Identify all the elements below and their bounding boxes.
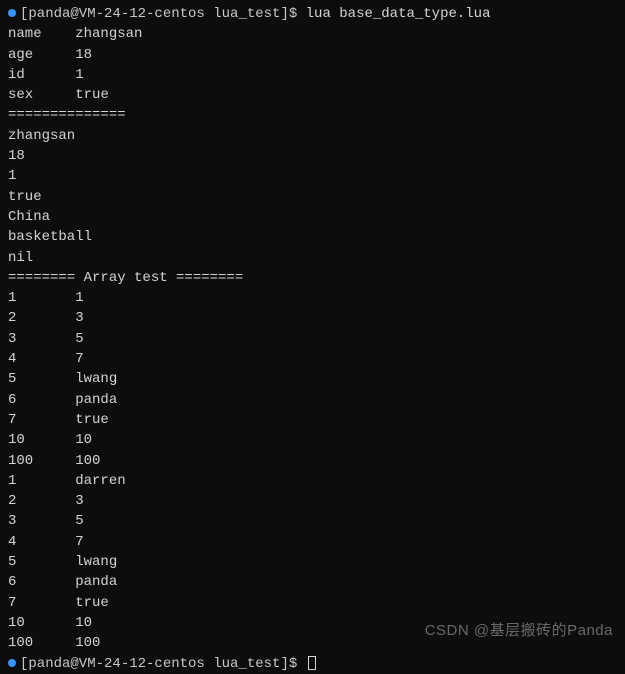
val: 100: [75, 453, 100, 469]
watermark-text: CSDN @基层搬砖的Panda: [425, 620, 613, 642]
value: 18: [75, 47, 92, 63]
idx: 10: [8, 615, 25, 631]
val: lwang: [75, 371, 117, 387]
val: 7: [75, 351, 83, 367]
key: age: [8, 47, 33, 63]
array-row: 7 true: [8, 410, 617, 430]
val: 100: [75, 635, 100, 651]
prompt-line-1[interactable]: [panda@VM-24-12-centos lua_test]$ lua ba…: [8, 4, 617, 24]
output-value: true: [8, 187, 617, 207]
val: 1: [75, 290, 83, 306]
array-row: 4 7: [8, 349, 617, 369]
idx: 2: [8, 310, 16, 326]
array-row: 6 panda: [8, 572, 617, 592]
idx: 4: [8, 534, 16, 550]
output-value: nil: [8, 248, 617, 268]
output-value: 1: [8, 166, 617, 186]
output-value: zhangsan: [8, 126, 617, 146]
val: 5: [75, 331, 83, 347]
array-row: 2 3: [8, 491, 617, 511]
val: 3: [75, 310, 83, 326]
idx: 2: [8, 493, 16, 509]
output-row: sex true: [8, 85, 617, 105]
val: darren: [75, 473, 125, 489]
array-row: 6 panda: [8, 390, 617, 410]
val: panda: [75, 392, 117, 408]
array-row: 7 true: [8, 593, 617, 613]
idx: 100: [8, 635, 33, 651]
command-text: lua base_data_type.lua: [306, 6, 491, 22]
array-row: 3 5: [8, 329, 617, 349]
key: name: [8, 26, 42, 42]
idx: 6: [8, 574, 16, 590]
idx: 3: [8, 513, 16, 529]
array-row: 4 7: [8, 532, 617, 552]
idx: 7: [8, 595, 16, 611]
idx: 1: [8, 473, 16, 489]
value: true: [75, 87, 109, 103]
array-row: 10 10: [8, 430, 617, 450]
value: 1: [75, 67, 83, 83]
output-row: age 18: [8, 45, 617, 65]
array-row: 3 5: [8, 511, 617, 531]
val: true: [75, 595, 109, 611]
array-row: 100 100: [8, 451, 617, 471]
idx: 100: [8, 453, 33, 469]
value: zhangsan: [75, 26, 142, 42]
modified-dot-icon: [8, 9, 16, 17]
prompt-line-2[interactable]: [panda@VM-24-12-centos lua_test]$: [8, 654, 617, 674]
val: true: [75, 412, 109, 428]
array-row: 5 lwang: [8, 369, 617, 389]
separator-array: ======== Array test ========: [8, 268, 617, 288]
key: id: [8, 67, 25, 83]
val: 10: [75, 615, 92, 631]
shell-prompt: [panda@VM-24-12-centos lua_test]$: [20, 6, 306, 22]
output-row: name zhangsan: [8, 24, 617, 44]
val: 7: [75, 534, 83, 550]
idx: 4: [8, 351, 16, 367]
val: 10: [75, 432, 92, 448]
array-row: 1 darren: [8, 471, 617, 491]
array-row: 2 3: [8, 308, 617, 328]
idx: 6: [8, 392, 16, 408]
val: lwang: [75, 554, 117, 570]
array-row: 5 lwang: [8, 552, 617, 572]
val: 5: [75, 513, 83, 529]
val: 3: [75, 493, 83, 509]
shell-prompt: [panda@VM-24-12-centos lua_test]$: [20, 656, 306, 672]
output-value: 18: [8, 146, 617, 166]
idx: 7: [8, 412, 16, 428]
separator: ==============: [8, 105, 617, 125]
output-row: id 1: [8, 65, 617, 85]
idx: 10: [8, 432, 25, 448]
array-row: 1 1: [8, 288, 617, 308]
idx: 5: [8, 554, 16, 570]
idx: 3: [8, 331, 16, 347]
output-value: basketball: [8, 227, 617, 247]
idx: 5: [8, 371, 16, 387]
output-value: China: [8, 207, 617, 227]
cursor-icon: [308, 656, 316, 670]
key: sex: [8, 87, 33, 103]
idx: 1: [8, 290, 16, 306]
val: panda: [75, 574, 117, 590]
